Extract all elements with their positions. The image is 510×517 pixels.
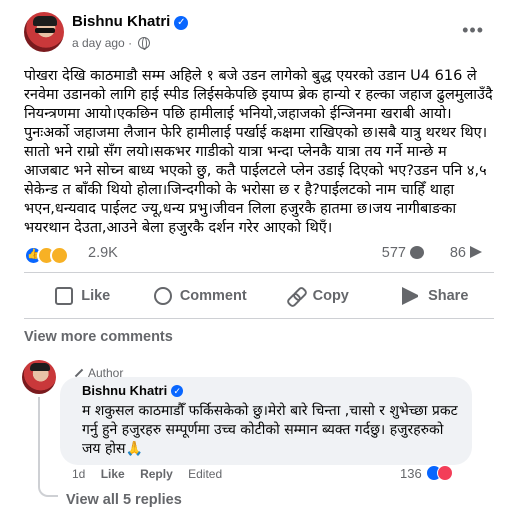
- comment-avatar[interactable]: [22, 360, 56, 394]
- post-stats: 2.9K 577 86: [24, 243, 494, 269]
- share-button[interactable]: Share: [377, 277, 495, 315]
- like-icon: [55, 287, 74, 305]
- reaction-icons[interactable]: [24, 246, 69, 266]
- comment-author-row: Bishnu Khatri ✓: [82, 383, 460, 398]
- copy-label: Copy: [312, 288, 349, 304]
- comment-button[interactable]: Comment: [142, 277, 260, 315]
- post-meta: a day ago ·: [72, 36, 151, 50]
- comment-like-button[interactable]: Like: [101, 467, 125, 481]
- care-reaction-icon: [50, 246, 69, 265]
- view-more-comments-link[interactable]: View more comments: [24, 329, 173, 345]
- share-arrow-icon: [402, 287, 420, 305]
- copy-link-icon: [287, 287, 305, 305]
- share-count[interactable]: 86: [450, 245, 482, 261]
- author-name-row: Bishnu Khatri ✓: [72, 13, 189, 30]
- comment: Author Bishnu Khatri ✓ म शकुसल काठमाडौँ फ…: [22, 360, 502, 470]
- post-actions: Like Comment Copy Share: [24, 277, 494, 315]
- comment-count-value: 577: [381, 245, 406, 261]
- pen-icon: [74, 368, 84, 378]
- comment-actions: 1d Like Reply Edited: [72, 467, 234, 481]
- post-header: Bishnu Khatri ✓ a day ago · •••: [24, 12, 494, 58]
- more-options-icon[interactable]: •••: [462, 20, 484, 41]
- post-text: पोखरा देखि काठमाडौ सम्म अहिले १ बजे उडन …: [24, 68, 493, 236]
- divider-top: [24, 272, 494, 273]
- comment-verified-badge-icon: ✓: [171, 385, 184, 397]
- divider-bottom: [24, 318, 494, 319]
- comment-label: Comment: [179, 288, 247, 304]
- comment-bubble: Bishnu Khatri ✓ म शकुसल काठमाडौँ फर्किसके…: [60, 377, 472, 465]
- comment-text: म शकुसल काठमाडौँ फर्किसकेको छु।मेरो बारे…: [82, 403, 458, 457]
- like-label: Like: [81, 288, 111, 304]
- author-name[interactable]: Bishnu Khatri: [72, 13, 170, 30]
- share-count-value: 86: [449, 245, 466, 261]
- comment-age[interactable]: 1d: [72, 467, 85, 481]
- love-reaction-icon: [436, 465, 453, 481]
- comment-edited-label[interactable]: Edited: [188, 467, 222, 481]
- comment-icon: [410, 246, 424, 259]
- comment-reaction-count: 136: [400, 466, 422, 481]
- author-avatar[interactable]: [24, 12, 64, 52]
- copy-button[interactable]: Copy: [259, 277, 377, 315]
- comment-author[interactable]: Bishnu Khatri: [82, 383, 167, 398]
- globe-icon: [138, 37, 151, 50]
- comment-reply-button[interactable]: Reply: [140, 467, 173, 481]
- comment-reactions[interactable]: 136: [400, 465, 453, 481]
- comment-count[interactable]: 577: [382, 245, 424, 261]
- share-icon: [470, 246, 482, 258]
- view-replies-link[interactable]: View all 5 replies: [66, 492, 182, 508]
- comment-bubble-icon: [153, 287, 172, 305]
- verified-badge-icon: ✓: [174, 16, 189, 30]
- like-button[interactable]: Like: [24, 277, 142, 315]
- share-label: Share: [428, 288, 469, 304]
- reaction-count[interactable]: 2.9K: [88, 245, 118, 261]
- meta-separator: ·: [128, 36, 133, 50]
- post-time[interactable]: a day ago: [72, 36, 125, 50]
